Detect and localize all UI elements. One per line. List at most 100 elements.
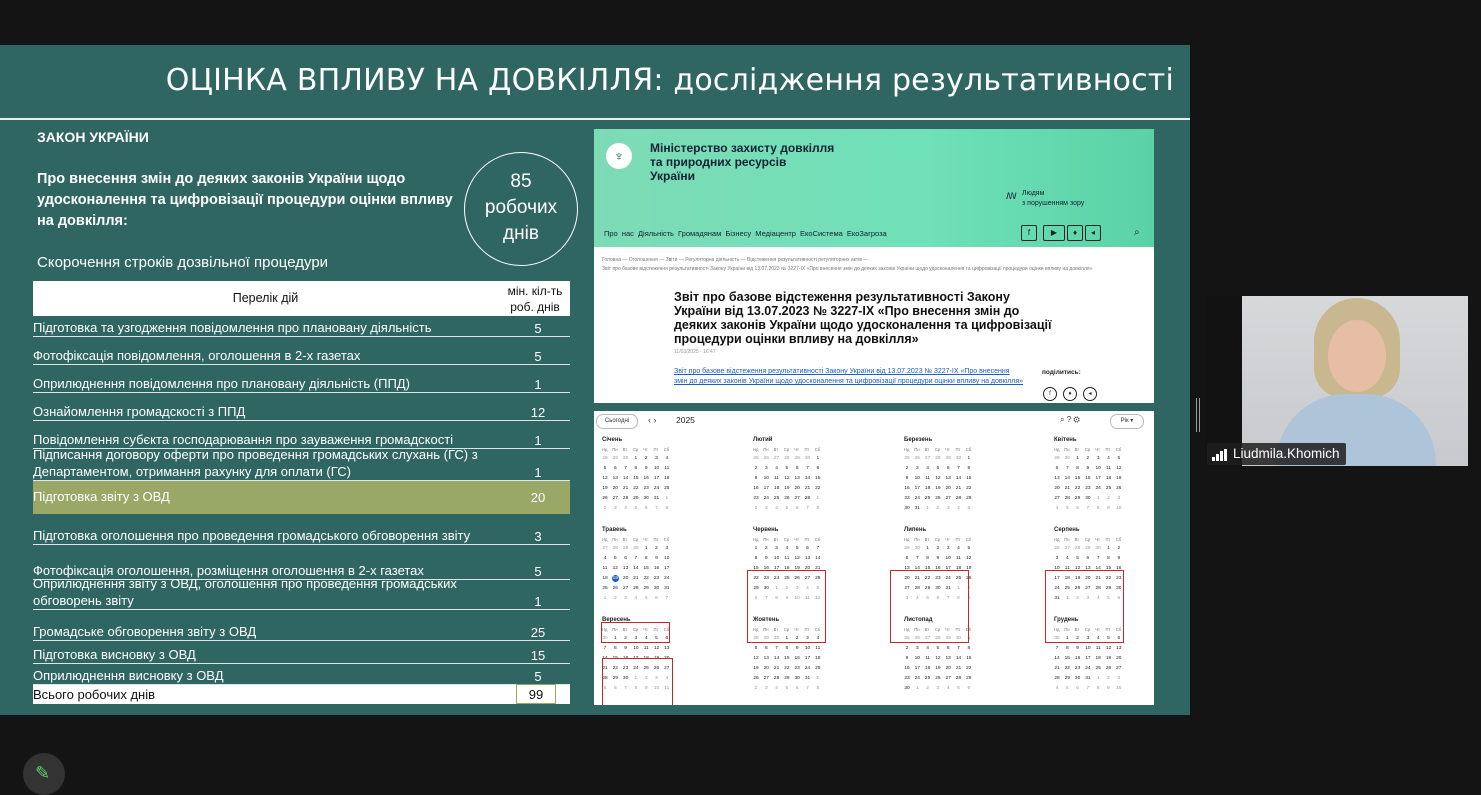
weekday-label: Чт [1095,447,1100,452]
accessibility-icon: ꟿ [1006,191,1017,201]
calendar-day[interactable]: 5 [963,546,975,551]
weekday-label: Ср [783,447,790,452]
calendar-day[interactable]: 18 [812,656,824,661]
weekday-label: Чт [643,447,648,452]
panel-resize-handle[interactable] [1196,398,1200,432]
calendar-day[interactable]: 25 [661,486,673,491]
calendar-day[interactable]: 10 [1113,686,1125,691]
table-row: Підписання договору оферти про проведенн… [33,447,570,481]
calendar-day[interactable]: 15 [963,476,975,481]
row-days: 5 [534,669,542,684]
calendar-day[interactable]: 13 [1113,646,1125,651]
row-days: 1 [534,594,542,609]
calendar-day[interactable]: 6 [963,686,975,691]
weekday-label: Нд [1054,537,1060,542]
weekday-label: Нд [1054,447,1060,452]
calendar-day[interactable]: 31 [661,586,673,591]
today-button: Сьогодні [596,414,638,429]
month-name: Березень [904,437,933,443]
calendar-day[interactable]: 1 [812,456,824,461]
days-line3: днів [503,223,539,244]
calendar-day[interactable]: 8 [812,686,824,691]
calendar-day[interactable]: 27 [1113,666,1125,671]
table-row: Оприлюднення висновку з ОВД 5 [33,664,570,685]
website-screenshot: ♆ Міністерство захисту довкілля та приро… [594,129,1154,403]
slide-subtitle: Скорочення строків дозвільної процедури [37,254,329,271]
calendar-day[interactable]: 8 [812,466,824,471]
participant-video [1242,296,1468,466]
calendar-day[interactable]: 15 [812,476,824,481]
calendar-day[interactable]: 5 [963,506,975,511]
calendar-day[interactable]: 7 [812,546,824,551]
row-days: 5 [534,321,542,336]
law-title: Про внесення змін до деяких законів Укра… [37,171,453,229]
calendar-day[interactable]: 12 [1113,466,1125,471]
calendar-day[interactable]: 12 [963,556,975,561]
weekday-label: Сб [965,447,972,452]
weekday-label: Нд [602,447,608,452]
weekday-label: Ср [632,447,639,452]
calendar-day[interactable]: 24 [661,576,673,581]
weekday-label: Пн [763,447,769,452]
row-action: Фотофіксація повідомлення, оголошення в … [33,348,361,363]
calendar-day[interactable]: 17 [661,566,673,571]
person-face [1328,320,1386,392]
calendar-day[interactable]: 22 [812,486,824,491]
share-telegram-icon: ◂ [1083,387,1097,401]
calendar-day[interactable]: 8 [963,466,975,471]
calendar-day[interactable]: 1 [963,456,975,461]
calendar-day[interactable]: 9 [1113,556,1125,561]
calendar-day[interactable]: 26 [1113,486,1125,491]
header-days: мін. кіл-ть роб. днів [500,283,570,315]
pen-icon: ✎ [35,763,51,783]
calendar-day[interactable]: 10 [661,556,673,561]
calendar-day[interactable]: 1 [661,496,673,501]
calendar-day[interactable]: 13 [661,646,673,651]
row-action: Підготовка звіту з ОВД [33,489,170,504]
calendar-day[interactable]: 5 [1113,456,1125,461]
calendar-day[interactable]: 3 [661,546,673,551]
table-row: Підготовка та узгодження повідомлення пр… [33,316,570,337]
calendar-day[interactable]: 29 [963,676,975,681]
calendar-day[interactable]: 8 [963,646,975,651]
weekday-label: Нд [904,537,910,542]
annotate-button[interactable]: ✎ [23,753,65,795]
calendar-day[interactable]: 15 [963,656,975,661]
slogan-line2: з порушенням зору [1022,200,1085,207]
calendar-day[interactable]: 7 [661,596,673,601]
calendar-day[interactable]: 8 [812,506,824,511]
table-row: Фотофіксація повідомлення, оголошення в … [33,337,570,365]
slide-title: ОЦІНКА ВПЛИВУ НА ДОВКІЛЛЯ: дослідження р… [165,63,1174,98]
days-line2: робочих [484,197,558,218]
calendar-day[interactable]: 8 [661,506,673,511]
row-action: Громадське обговорення звіту з ОВД [33,624,257,639]
calendar-day[interactable]: 19 [1113,476,1125,481]
participant-name-badge: Liudmila.Khomich [1207,443,1346,465]
calendar-day[interactable]: 18 [661,476,673,481]
calendar-day[interactable]: 11 [812,646,824,651]
calendar-day[interactable]: 4 [661,456,673,461]
weekday-label: Пн [914,537,920,542]
weekday-label: Пн [612,537,618,542]
calendar-day[interactable]: 1 [812,496,824,501]
calendar-day[interactable]: 25 [812,666,824,671]
calendar-day[interactable]: 29 [963,496,975,501]
days-circle: 85 робочих днів [464,152,578,266]
calendar-day[interactable]: 2 [1113,546,1125,551]
weekday-label: Нд [753,447,759,452]
calendar-day[interactable]: 11 [661,466,673,471]
calendar-day[interactable]: 10 [1113,506,1125,511]
calendar-day[interactable]: 22 [963,666,975,671]
weekday-label: Пт [1105,447,1111,452]
calendar-day[interactable]: 22 [963,486,975,491]
article-link: Звіт про базове відстеження результативн… [674,368,1024,385]
calendar-day[interactable]: 3 [1113,676,1125,681]
calendar-day[interactable]: 1 [812,676,824,681]
calendar-day[interactable]: 3 [1113,496,1125,501]
ministry-name: Міністерство захисту довкілля та природн… [650,141,880,183]
telegram-icon: ◂ [1085,225,1101,241]
mark-june [747,570,826,643]
mark-august [1045,570,1124,643]
calendar-day[interactable]: 14 [812,556,824,561]
calendar-day[interactable]: 20 [1113,656,1125,661]
